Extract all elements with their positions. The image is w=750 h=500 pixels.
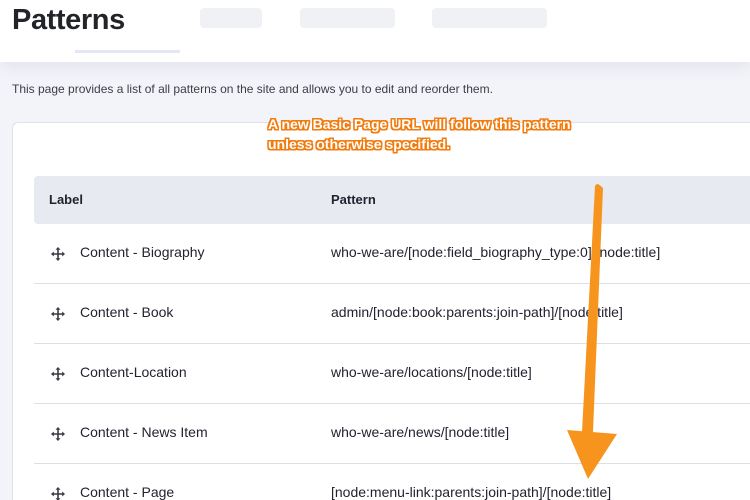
page-title: Patterns bbox=[12, 4, 125, 36]
column-header-pattern[interactable]: Pattern bbox=[331, 192, 376, 207]
row-pattern: [node:menu-link:parents:join-path]/[node… bbox=[331, 484, 612, 500]
table-row: Content - Biography who-we-are/[node:fie… bbox=[34, 224, 750, 284]
row-label: Content - Biography bbox=[80, 244, 205, 260]
annotation-callout: A new Basic Page URL will follow this pa… bbox=[268, 114, 571, 154]
annotation-line-2: unless otherwise specified. bbox=[268, 136, 451, 152]
table-row: Content - News Item who-we-are/news/[nod… bbox=[34, 404, 750, 464]
blurred-tab[interactable] bbox=[200, 8, 262, 28]
move-arrows-icon[interactable] bbox=[50, 486, 66, 500]
move-arrows-icon[interactable] bbox=[50, 426, 66, 442]
row-label: Content - News Item bbox=[80, 424, 208, 440]
row-label: Content - Page bbox=[80, 484, 175, 500]
blurred-tab[interactable] bbox=[432, 8, 547, 28]
column-header-label[interactable]: Label bbox=[49, 192, 83, 207]
row-pattern: who-we-are/news/[node:title] bbox=[331, 424, 510, 440]
row-pattern: admin/[node:book:parents:join-path]/[nod… bbox=[331, 304, 623, 320]
move-arrows-icon[interactable] bbox=[50, 306, 66, 322]
table-row: Content - Page [node:menu-link:parents:j… bbox=[34, 464, 750, 500]
row-pattern: who-we-are/[node:field_biography_type:0]… bbox=[331, 244, 661, 260]
row-pattern: who-we-are/locations/[node:title] bbox=[331, 364, 532, 380]
row-label: Content - Book bbox=[80, 304, 174, 320]
table-header: Label Pattern bbox=[34, 176, 750, 224]
table-row: Content - Book admin/[node:book:parents:… bbox=[34, 284, 750, 344]
move-arrows-icon[interactable] bbox=[50, 246, 66, 262]
active-tab-indicator bbox=[75, 50, 180, 53]
table-row: Content-Location who-we-are/locations/[n… bbox=[34, 344, 750, 404]
blurred-tab[interactable] bbox=[300, 8, 395, 28]
annotation-line-1: A new Basic Page URL will follow this pa… bbox=[268, 116, 571, 132]
move-arrows-icon[interactable] bbox=[50, 366, 66, 382]
row-label: Content-Location bbox=[80, 364, 187, 380]
page-header: Patterns bbox=[0, 0, 750, 62]
page-description: This page provides a list of all pattern… bbox=[12, 82, 493, 96]
